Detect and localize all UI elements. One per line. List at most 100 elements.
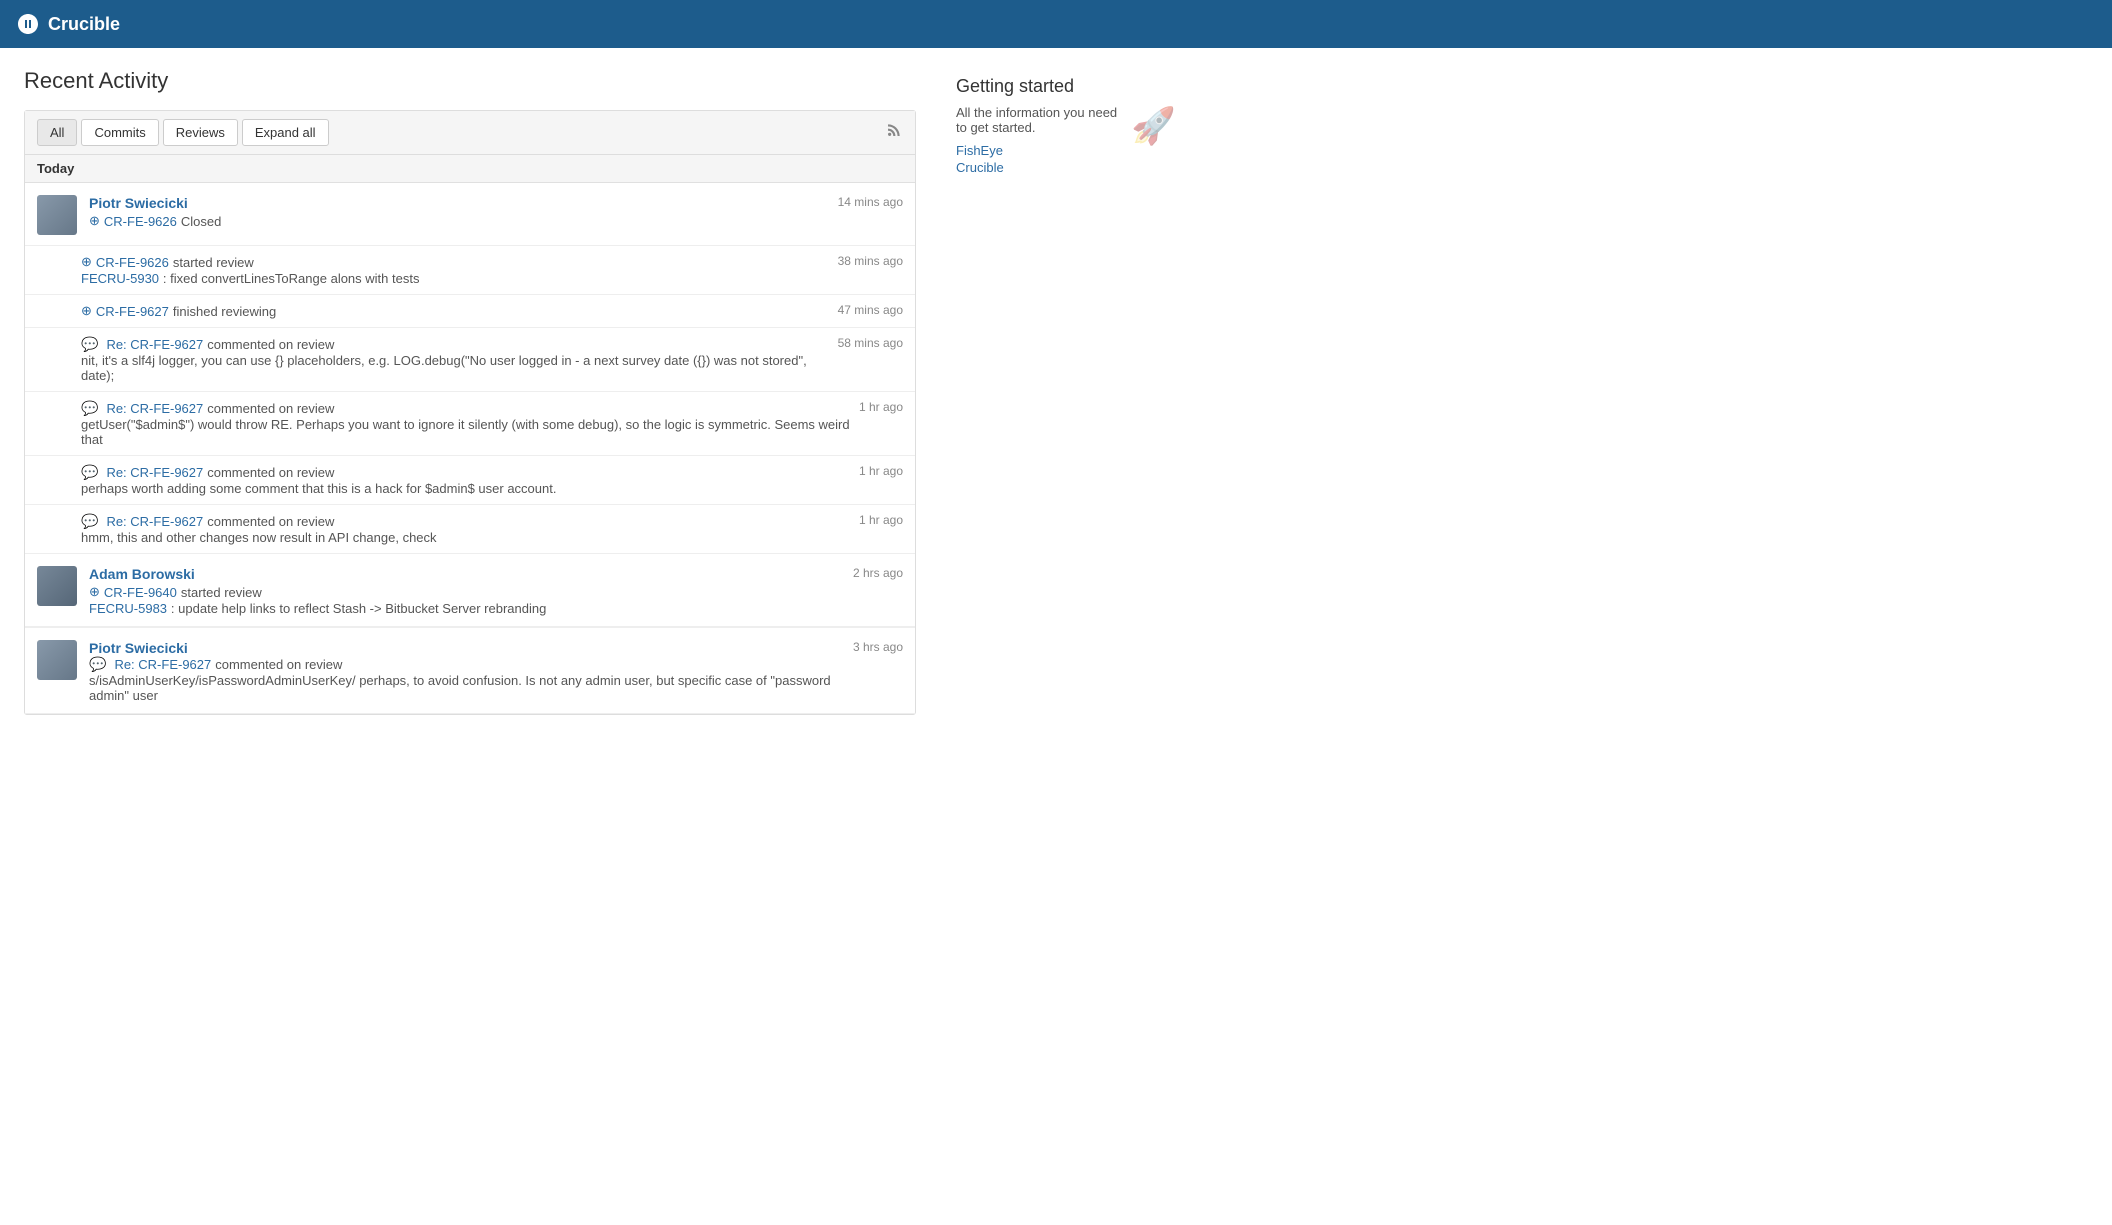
- avatar-piotr2: [37, 640, 77, 680]
- user-name-piotr[interactable]: Piotr Swiecicki: [89, 195, 188, 211]
- activity-link-1: ⊕ CR-FE-9626 started review: [81, 254, 838, 270]
- user-info-piotr2: Piotr Swiecicki 💬 Re: CR-FE-9627 comment…: [89, 640, 841, 703]
- globe-icon-1: ⊕: [81, 254, 92, 270]
- action-text-5: commented on review: [207, 465, 334, 480]
- activity-item-6: 💬 Re: CR-FE-9627 commented on review hmm…: [25, 505, 915, 553]
- review-id-piotr[interactable]: CR-FE-9626: [104, 214, 177, 229]
- globe-icon-2: ⊕: [81, 303, 92, 319]
- globe-icon-adam: ⊕: [89, 584, 100, 600]
- commit-id-1[interactable]: FECRU-5930: [81, 271, 159, 286]
- activity-detail-4: 💬 Re: CR-FE-9627 commented on review get…: [81, 400, 859, 447]
- comment-text-4: getUser("$admin$") would throw RE. Perha…: [81, 417, 859, 447]
- activity-row-6: 💬 Re: CR-FE-9627 commented on review hmm…: [81, 513, 903, 545]
- time-3: 58 mins ago: [838, 336, 903, 350]
- commit-id-adam[interactable]: FECRU-5983: [89, 601, 167, 616]
- activity-item-5: 💬 Re: CR-FE-9627 commented on review per…: [25, 456, 915, 505]
- activity-row-4: 💬 Re: CR-FE-9627 commented on review get…: [81, 400, 903, 447]
- comment-ref-piotr2[interactable]: Re: CR-FE-9627: [114, 657, 211, 672]
- reviews-filter-button[interactable]: Reviews: [163, 119, 238, 146]
- activity-row-1: ⊕ CR-FE-9626 started review FECRU-5930 :…: [81, 254, 903, 286]
- activity-link-4: 💬 Re: CR-FE-9627 commented on review: [81, 400, 859, 417]
- user-row-piotr: Piotr Swiecicki ⊕ CR-FE-9626 Closed 14 m…: [25, 183, 915, 246]
- main-content: Recent Activity All Commits Reviews Expa…: [0, 48, 1200, 735]
- activity-row-5: 💬 Re: CR-FE-9627 commented on review per…: [81, 464, 903, 496]
- user-name-adam[interactable]: Adam Borowski: [89, 566, 195, 582]
- comment-icon-5: 💬: [81, 464, 98, 481]
- crucible-link[interactable]: Crucible: [956, 160, 1119, 175]
- sub-review-id-1[interactable]: CR-FE-9626: [96, 255, 169, 270]
- comment-ref-3[interactable]: Re: CR-FE-9627: [106, 337, 203, 352]
- action-text-4: commented on review: [207, 401, 334, 416]
- fisheye-link[interactable]: FishEye: [956, 143, 1119, 158]
- time-6: 1 hr ago: [859, 513, 903, 527]
- avatar-piotr: [37, 195, 77, 235]
- comment-ref-6[interactable]: Re: CR-FE-9627: [106, 514, 203, 529]
- comment-icon-3: 💬: [81, 336, 98, 353]
- activity-item-1: ⊕ CR-FE-9626 started review FECRU-5930 :…: [25, 246, 915, 295]
- avatar-placeholder: [37, 195, 77, 235]
- activity-item-2: ⊕ CR-FE-9627 finished reviewing 47 mins …: [25, 295, 915, 328]
- user-info-piotr: Piotr Swiecicki ⊕ CR-FE-9626 Closed: [89, 195, 826, 229]
- comment-text-6: hmm, this and other changes now result i…: [81, 530, 859, 545]
- toolbar: All Commits Reviews Expand all: [25, 111, 915, 155]
- review-link-adam: ⊕ CR-FE-9640 started review: [89, 584, 841, 600]
- comment-text-5: perhaps worth adding some comment that t…: [81, 481, 859, 496]
- action-text-2: finished reviewing: [173, 304, 276, 319]
- user-row-adam: Adam Borowski ⊕ CR-FE-9640 started revie…: [25, 554, 915, 627]
- comment-icon-6: 💬: [81, 513, 98, 530]
- action-piotr2: commented on review: [215, 657, 342, 672]
- rss-icon[interactable]: [885, 121, 903, 144]
- getting-started-title: Getting started: [956, 76, 1176, 97]
- time-5: 1 hr ago: [859, 464, 903, 478]
- logo-text: Crucible: [48, 14, 120, 35]
- action-text-6: commented on review: [207, 514, 334, 529]
- time-piotr2: 3 hrs ago: [853, 640, 903, 654]
- activity-group-piotr2: Piotr Swiecicki 💬 Re: CR-FE-9627 comment…: [25, 628, 915, 714]
- comment-icon-4: 💬: [81, 400, 98, 417]
- time-2: 47 mins ago: [838, 303, 903, 317]
- commit-msg-adam: update help links to reflect Stash -> Bi…: [178, 601, 546, 616]
- comment-ref-5[interactable]: Re: CR-FE-9627: [106, 465, 203, 480]
- review-link-piotr: ⊕ CR-FE-9626 Closed: [89, 213, 826, 229]
- left-column: Recent Activity All Commits Reviews Expa…: [24, 68, 916, 715]
- page-title: Recent Activity: [24, 68, 916, 94]
- comment-text-3: nit, it's a slf4j logger, you can use {}…: [81, 353, 838, 383]
- time-adam: 2 hrs ago: [853, 566, 903, 580]
- globe-icon: ⊕: [89, 213, 100, 229]
- comment-ref-4[interactable]: Re: CR-FE-9627: [106, 401, 203, 416]
- commit-msg-text-1: fixed convertLinesToRange alons with tes…: [170, 271, 419, 286]
- review-id-adam[interactable]: CR-FE-9640: [104, 585, 177, 600]
- commits-filter-button[interactable]: Commits: [81, 119, 158, 146]
- activity-link-6: 💬 Re: CR-FE-9627 commented on review: [81, 513, 859, 530]
- user-name-piotr2[interactable]: Piotr Swiecicki: [89, 640, 188, 656]
- activity-detail-2: ⊕ CR-FE-9627 finished reviewing: [81, 303, 838, 319]
- header: Crucible: [0, 0, 2112, 48]
- avatar-placeholder-adam: [37, 566, 77, 606]
- right-column: Getting started All the information you …: [956, 68, 1176, 715]
- all-filter-button[interactable]: All: [37, 119, 77, 146]
- review-status-piotr: Closed: [181, 214, 221, 229]
- activity-group-piotr: Piotr Swiecicki ⊕ CR-FE-9626 Closed 14 m…: [25, 183, 915, 554]
- activity-link-2: ⊕ CR-FE-9627 finished reviewing: [81, 303, 838, 319]
- comment-text-piotr2: s/isAdminUserKey/isPasswordAdminUserKey/…: [89, 673, 841, 703]
- getting-started-content: All the information you need to get star…: [956, 105, 1176, 177]
- activity-link-piotr2: 💬 Re: CR-FE-9627 commented on review: [89, 656, 841, 673]
- user-info-adam: Adam Borowski ⊕ CR-FE-9640 started revie…: [89, 566, 841, 616]
- commit-line-adam: FECRU-5983 : update help links to reflec…: [89, 600, 841, 616]
- activity-detail-5: 💬 Re: CR-FE-9627 commented on review per…: [81, 464, 859, 496]
- today-section-header: Today: [25, 155, 915, 183]
- activity-link-3: 💬 Re: CR-FE-9627 commented on review: [81, 336, 838, 353]
- user-row-piotr2: Piotr Swiecicki 💬 Re: CR-FE-9627 comment…: [25, 628, 915, 714]
- time-1: 38 mins ago: [838, 254, 903, 268]
- expand-all-button[interactable]: Expand all: [242, 119, 329, 146]
- review-status-adam: started review: [181, 585, 262, 600]
- logo[interactable]: Crucible: [16, 12, 120, 36]
- rocket-icon: 🚀: [1131, 105, 1176, 147]
- getting-started-text: All the information you need to get star…: [956, 105, 1119, 177]
- time-4: 1 hr ago: [859, 400, 903, 414]
- activity-row-2: ⊕ CR-FE-9627 finished reviewing 47 mins …: [81, 303, 903, 319]
- activity-link-5: 💬 Re: CR-FE-9627 commented on review: [81, 464, 859, 481]
- getting-started: Getting started All the information you …: [956, 68, 1176, 177]
- activity-item-3: 💬 Re: CR-FE-9627 commented on review nit…: [25, 328, 915, 392]
- sub-review-id-2[interactable]: CR-FE-9627: [96, 304, 169, 319]
